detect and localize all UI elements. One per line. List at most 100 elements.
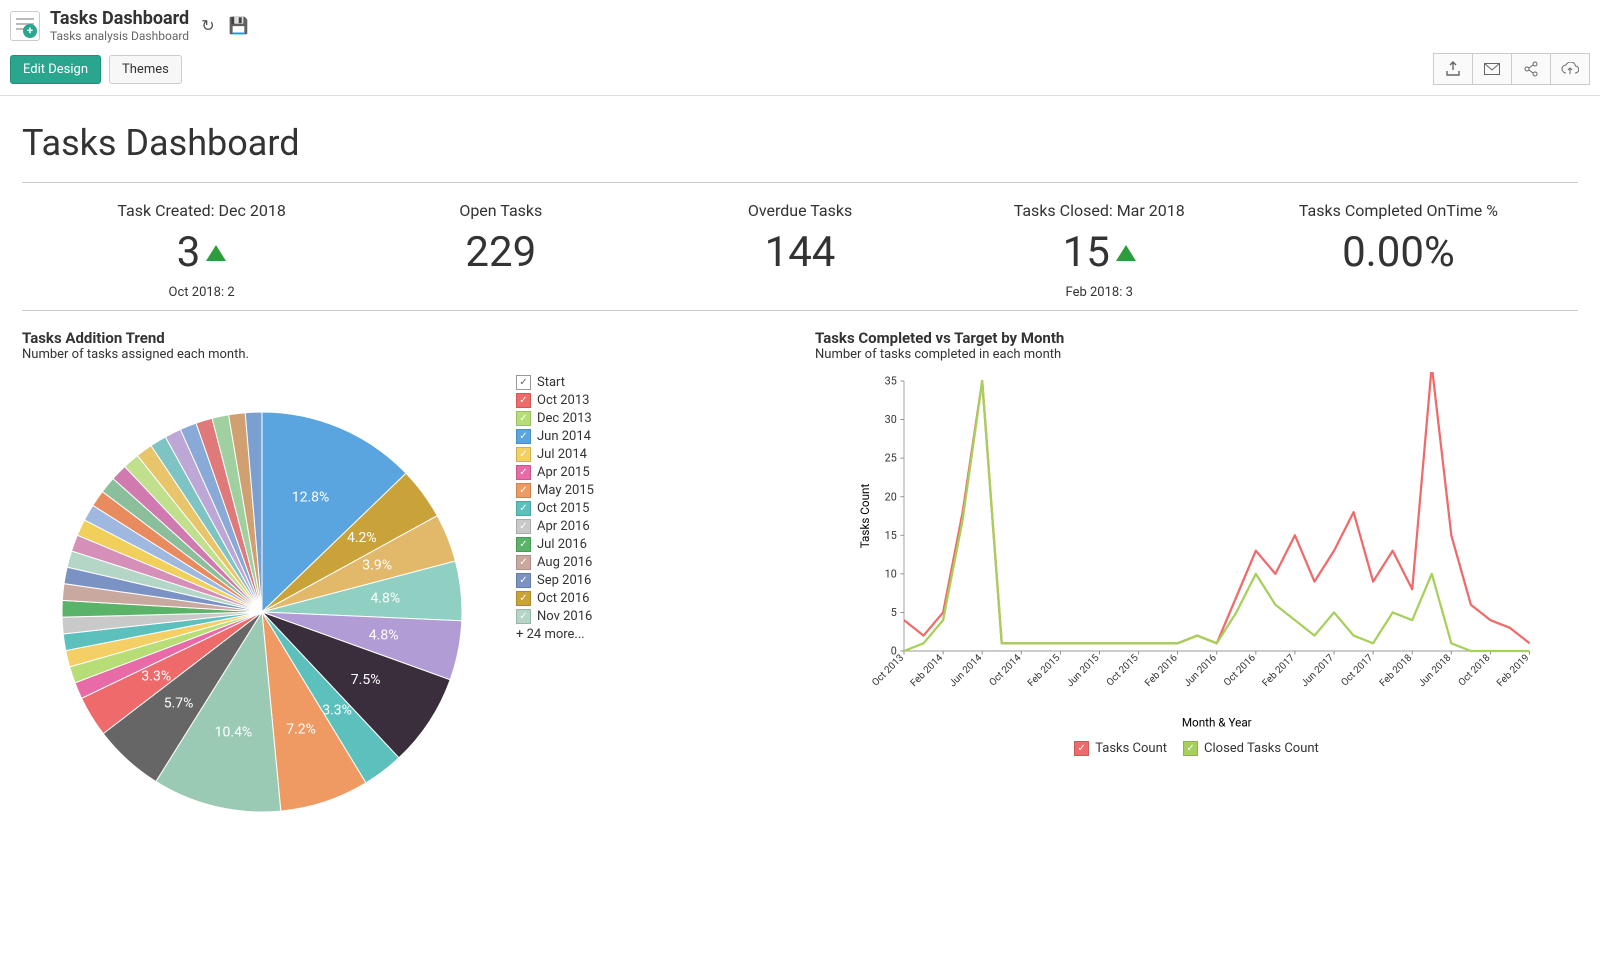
svg-text:3.3%: 3.3% [141,668,171,684]
legend-swatch-icon [1074,741,1089,756]
svg-text:Jun 2017: Jun 2017 [1299,652,1336,689]
svg-text:Jun 2018: Jun 2018 [1417,652,1454,689]
svg-text:Month & Year: Month & Year [1182,716,1252,730]
legend-label: Dec 2013 [537,411,592,426]
header-title: Tasks Dashboard [50,8,189,29]
svg-text:Feb 2019: Feb 2019 [1495,653,1532,690]
legend-more[interactable]: + 24 more... [516,627,594,642]
legend-swatch-icon [516,393,531,408]
legend-more-label: + 24 more... [516,627,585,642]
legend-item[interactable]: Jul 2016 [516,537,594,552]
export-icon[interactable] [1433,53,1473,85]
legend-swatch-icon [516,555,531,570]
svg-text:7.5%: 7.5% [351,672,381,688]
legend-item[interactable]: May 2015 [516,483,594,498]
legend-label: Tasks Count [1095,741,1167,756]
svg-text:4.8%: 4.8% [370,590,400,606]
svg-text:10: 10 [885,567,897,580]
kpi-value: 229 [465,228,536,277]
legend-item[interactable]: Dec 2013 [516,411,594,426]
legend-item[interactable]: Closed Tasks Count [1183,741,1319,756]
email-icon[interactable] [1472,53,1512,85]
legend-label: Nov 2016 [537,609,592,624]
svg-text:Oct 2015: Oct 2015 [1105,652,1141,688]
kpi-label: Task Created: Dec 2018 [117,201,285,220]
line-legend: Tasks Count Closed Tasks Count [815,738,1578,759]
kpi-label: Overdue Tasks [748,201,852,220]
svg-text:Oct 2013: Oct 2013 [870,653,906,689]
divider [22,182,1578,183]
kpi-open: Open Tasks 229 [351,201,650,300]
app-icon[interactable]: + [10,11,40,41]
kpi-created: Task Created: Dec 2018 3 Oct 2018: 2 [52,201,351,300]
legend-swatch-icon [1183,741,1198,756]
legend-swatch-icon [516,573,531,588]
trend-up-icon [206,245,226,261]
svg-text:Oct 2018: Oct 2018 [1457,652,1493,688]
kpi-value: 144 [765,228,836,277]
chart-title: Tasks Completed vs Target by Month [815,329,1578,347]
line-chart[interactable]: 05101520253035Oct 2013Feb 2014Jun 2014Oc… [815,372,1578,732]
chart-subtitle: Number of tasks assigned each month. [22,347,785,362]
pie-chart-panel: Tasks Addition Trend Number of tasks ass… [22,329,785,832]
legend-label: Jul 2016 [537,537,587,552]
chart-subtitle: Number of tasks completed in each month [815,347,1578,362]
header-subtitle: Tasks analysis Dashboard [50,29,189,43]
svg-text:25: 25 [885,452,897,465]
kpi-comparison: Oct 2018: 2 [169,285,235,300]
legend-item[interactable]: Tasks Count [1074,741,1167,756]
legend-item[interactable]: Start [516,375,594,390]
legend-item[interactable]: Sep 2016 [516,573,594,588]
legend-item[interactable]: Nov 2016 [516,609,594,624]
legend-label: Jul 2014 [537,447,587,462]
legend-swatch-icon [516,591,531,606]
svg-text:Oct 2017: Oct 2017 [1339,652,1375,688]
edit-design-button[interactable]: Edit Design [10,55,101,84]
svg-text:Oct 2016: Oct 2016 [1222,652,1258,688]
legend-item[interactable]: Apr 2015 [516,465,594,480]
themes-button[interactable]: Themes [109,55,182,84]
plus-icon: + [23,24,37,38]
legend-item[interactable]: Aug 2016 [516,555,594,570]
legend-label: Oct 2015 [537,501,589,516]
kpi-comparison: Feb 2018: 3 [1066,285,1133,300]
svg-text:Jun 2014: Jun 2014 [948,652,985,689]
kpi-label: Tasks Completed OnTime % [1299,201,1498,220]
legend-label: Apr 2015 [537,465,590,480]
pie-chart[interactable]: 12.8%4.2%3.9%4.8%4.8%7.5%3.3%7.2%10.4%5.… [22,372,502,832]
kpi-label: Tasks Closed: Mar 2018 [1014,201,1185,220]
share-icon[interactable] [1511,53,1551,85]
legend-swatch-icon [516,483,531,498]
svg-text:20: 20 [885,490,897,503]
legend-item[interactable]: Jun 2014 [516,429,594,444]
legend-item[interactable]: Jul 2014 [516,447,594,462]
legend-item[interactable]: Apr 2016 [516,519,594,534]
svg-text:Feb 2016: Feb 2016 [1143,652,1180,689]
legend-swatch-icon [516,609,531,624]
svg-text:4.2%: 4.2% [347,530,377,546]
line-chart-panel: Tasks Completed vs Target by Month Numbe… [815,329,1578,832]
legend-swatch-icon [516,447,531,462]
svg-text:Feb 2015: Feb 2015 [1026,652,1063,689]
page-title: Tasks Dashboard [22,122,1578,164]
legend-label: Apr 2016 [537,519,590,534]
svg-text:Feb 2018: Feb 2018 [1378,652,1415,689]
svg-text:7.2%: 7.2% [286,721,316,737]
legend-item[interactable]: Oct 2016 [516,591,594,606]
svg-text:Feb 2017: Feb 2017 [1260,652,1297,689]
svg-text:Jun 2016: Jun 2016 [1182,652,1219,689]
svg-text:10.4%: 10.4% [215,724,253,740]
svg-text:Tasks Count: Tasks Count [858,484,872,549]
save-icon[interactable]: 💾 [229,16,249,35]
legend-item[interactable]: Oct 2015 [516,501,594,516]
legend-item[interactable]: Oct 2013 [516,393,594,408]
legend-label: May 2015 [537,483,594,498]
svg-text:Feb 2014: Feb 2014 [909,652,946,689]
cloud-upload-icon[interactable] [1550,53,1590,85]
legend-swatch-icon [516,519,531,534]
svg-text:3.9%: 3.9% [362,558,392,574]
legend-swatch-icon [516,411,531,426]
refresh-icon[interactable]: ↻ [201,16,214,35]
svg-text:5: 5 [891,606,897,619]
trend-up-icon [1116,245,1136,261]
